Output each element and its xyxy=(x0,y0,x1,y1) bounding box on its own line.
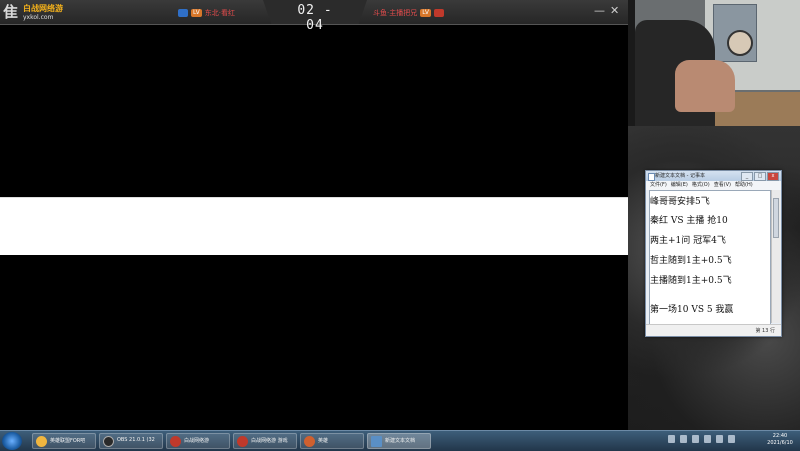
notepad-title: 新建文本文档 - 记事本 xyxy=(655,173,705,179)
taskbar-item[interactable]: 新建文本文档 xyxy=(367,433,431,449)
notepad-text-area[interactable]: 峰哥哥安排5飞 秦红 VS 主播 抢10 两主+1问 冠军4飞 哲主随到1主+0… xyxy=(649,190,771,325)
game-icon xyxy=(304,436,315,447)
taskbar-item-label: 英雄 xyxy=(318,438,329,444)
game-client-window: 隹 白战网络游 yxkol.com LV 东北·看红 02 - 04 斗鱼·主播… xyxy=(0,0,628,430)
microphone-icon xyxy=(727,30,753,56)
notepad-titlebar[interactable]: 新建文本文档 - 记事本 _ □ x xyxy=(646,171,781,181)
white-banner xyxy=(0,197,628,255)
tray-icon[interactable] xyxy=(680,435,687,443)
clock-time: 22:40 xyxy=(772,433,788,439)
match-score: 02 - 04 xyxy=(297,3,333,33)
webcam-feed xyxy=(635,0,800,126)
app-logo: 隹 白战网络游 yxkol.com xyxy=(3,1,65,23)
browser-icon xyxy=(36,436,47,447)
volume-icon[interactable] xyxy=(716,435,723,443)
taskbar-item-label: 英雄联盟FOR吧 xyxy=(50,438,86,444)
notepad-icon xyxy=(648,173,655,181)
cam-arm xyxy=(675,60,735,112)
right-team-name: 斗鱼·主播把兄 xyxy=(373,8,418,17)
text-line: 两主+1问 冠军4飞 xyxy=(650,236,726,246)
taskbar-item[interactable]: 英雄 xyxy=(300,433,364,449)
cursor-position: 第 13 行 xyxy=(755,328,775,334)
logo-site: yxkol.com xyxy=(23,14,54,21)
tray-icon[interactable] xyxy=(668,435,675,443)
right-team: 斗鱼·主播把兄 LV xyxy=(373,7,445,18)
menu-help[interactable]: 帮助(H) xyxy=(735,181,753,190)
text-line: 第一场10 VS 5 我赢 xyxy=(650,305,734,315)
tray-icon[interactable] xyxy=(692,435,699,443)
team-badge-icon xyxy=(434,8,445,17)
taskbar-item-label: 白战网络游 游戏 xyxy=(251,438,288,444)
obs-icon xyxy=(103,436,114,447)
text-line: 主播随到1主+0.5飞 xyxy=(650,276,732,286)
notepad-menubar: 文件(F) 编辑(E) 格式(O) 查看(V) 帮助(H) xyxy=(646,181,781,190)
scrollbar-thumb[interactable] xyxy=(773,198,779,238)
left-team-name: 东北·看红 xyxy=(204,8,236,17)
team-rank: LV xyxy=(420,8,432,17)
game-top-bar: 隹 白战网络游 yxkol.com LV 东北·看红 02 - 04 斗鱼·主播… xyxy=(0,0,628,33)
clock-date: 2021/6/10 xyxy=(767,440,793,446)
taskbar-item-label: 白战网络游 xyxy=(184,438,210,444)
taskbar-item[interactable]: 白战网络游 游戏 xyxy=(233,433,297,449)
notepad-scrollbar[interactable] xyxy=(771,190,780,323)
notepad-maximize-button[interactable]: □ xyxy=(754,172,766,181)
system-tray xyxy=(668,435,735,443)
text-line: 哲主随到1主+0.5飞 xyxy=(650,256,732,266)
close-button[interactable]: ✕ xyxy=(610,5,619,17)
team-badge-icon xyxy=(178,8,188,17)
notepad-statusbar: 第 13 行 xyxy=(646,324,781,336)
logo-name: 白战网络游 xyxy=(23,4,63,13)
language-icon[interactable] xyxy=(728,435,735,443)
start-button[interactable] xyxy=(2,432,22,450)
left-team: LV 东北·看红 xyxy=(178,7,235,18)
game-client-icon xyxy=(170,436,181,447)
taskbar-clock[interactable]: 22:40 2021/6/10 xyxy=(762,433,798,447)
team-rank: LV xyxy=(191,8,202,17)
notepad-minimize-button[interactable]: _ xyxy=(741,172,753,181)
text-line: 峰哥哥安排5飞 xyxy=(650,197,710,207)
taskbar-item-label: 新建文本文档 xyxy=(385,438,416,444)
network-icon[interactable] xyxy=(704,435,711,443)
menu-edit[interactable]: 编辑(E) xyxy=(671,181,688,190)
taskbar-item[interactable]: OBS 21.0.1 (32 xyxy=(99,433,163,449)
logo-mark: 隹 xyxy=(3,3,19,21)
notepad-icon xyxy=(371,436,382,447)
notepad-close-button[interactable]: x xyxy=(767,172,779,181)
menu-view[interactable]: 查看(V) xyxy=(714,181,731,190)
menu-format[interactable]: 格式(O) xyxy=(692,181,710,190)
taskbar: 英雄联盟FOR吧 OBS 21.0.1 (32 白战网络游 白战网络游 游戏 英… xyxy=(0,430,800,451)
taskbar-item-label: OBS 21.0.1 (32 xyxy=(117,437,155,443)
notepad-window: 新建文本文档 - 记事本 _ □ x 文件(F) 编辑(E) 格式(O) 查看(… xyxy=(645,170,782,337)
minimize-button[interactable]: — xyxy=(594,5,605,17)
taskbar-item[interactable]: 白战网络游 xyxy=(166,433,230,449)
game-client-icon xyxy=(237,436,248,447)
taskbar-item[interactable]: 英雄联盟FOR吧 xyxy=(32,433,96,449)
menu-file[interactable]: 文件(F) xyxy=(650,181,667,190)
text-line: 秦红 VS 主播 抢10 xyxy=(650,216,728,226)
